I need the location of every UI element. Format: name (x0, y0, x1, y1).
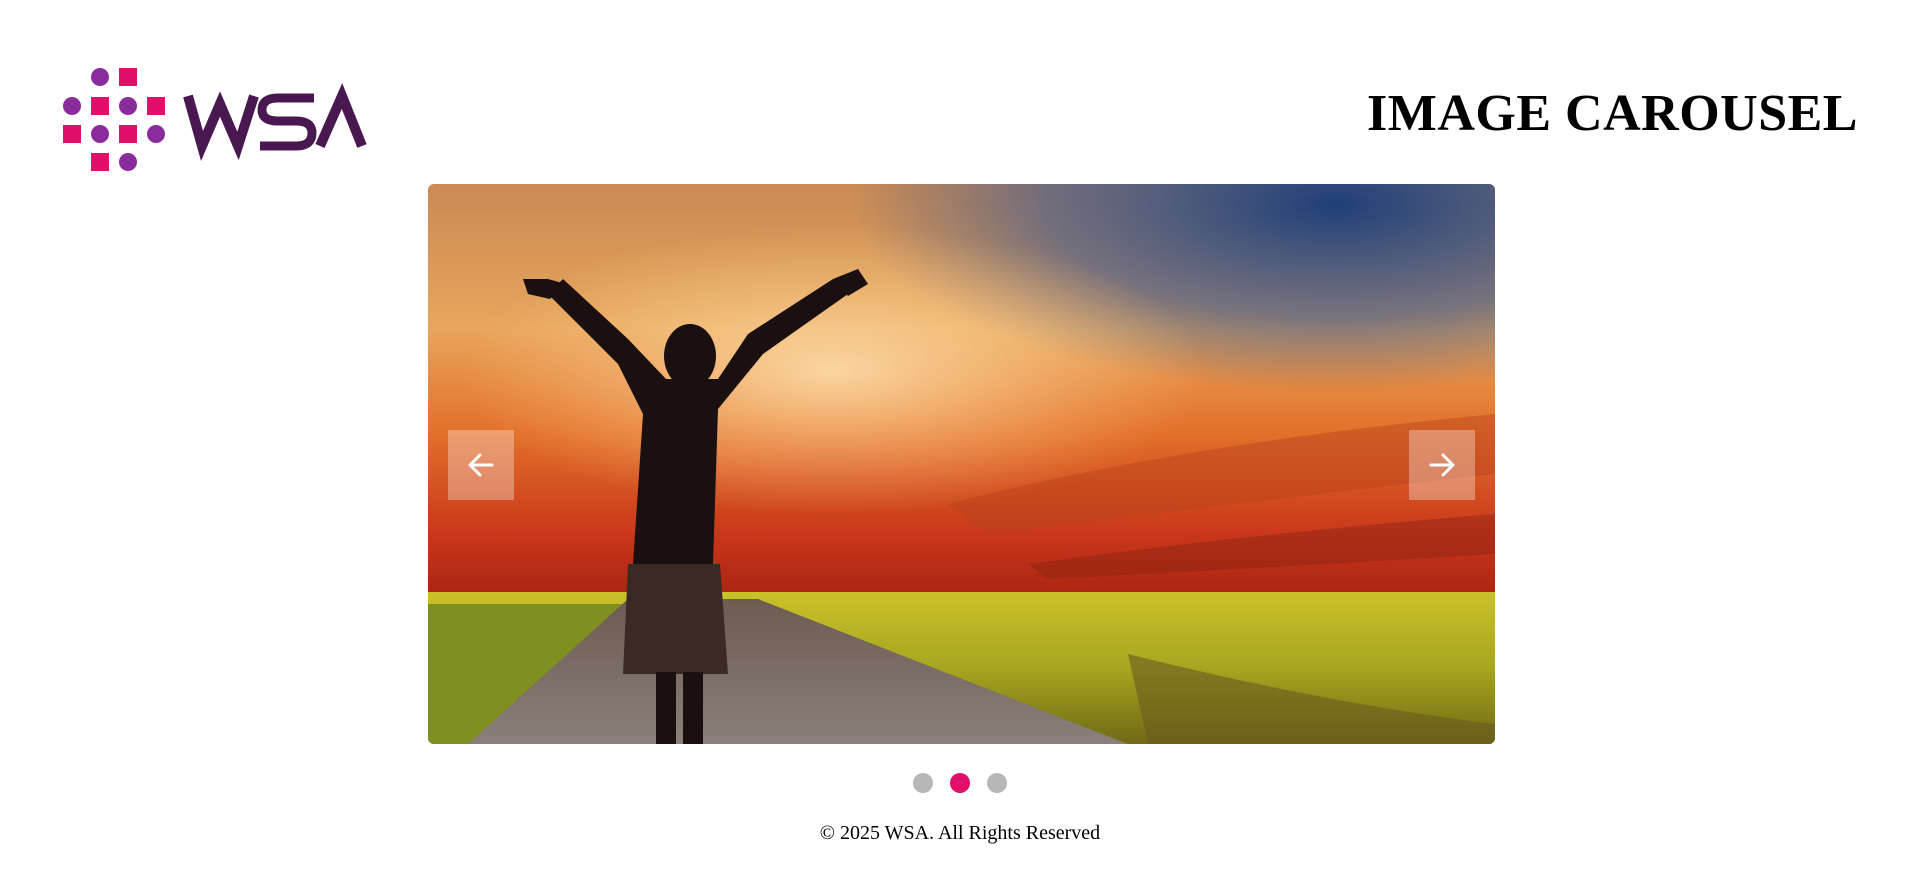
arrow-left-icon (468, 453, 494, 477)
arrow-right-icon (1429, 453, 1455, 477)
wsa-logo-mark (63, 68, 367, 171)
carousel-dot-3[interactable] (987, 773, 1007, 793)
page-title: IMAGE CAROUSEL (1367, 85, 1858, 142)
carousel-prev-button[interactable] (448, 430, 514, 500)
carousel-dot-1[interactable] (913, 773, 933, 793)
footer-copyright: © 2025 WSA. All Rights Reserved (819, 822, 1101, 844)
carousel-indicators (0, 773, 1920, 793)
wsa-logo (62, 66, 372, 178)
carousel-slide-image (428, 184, 1495, 744)
carousel-next-button[interactable] (1409, 430, 1475, 500)
carousel-dot-2[interactable] (950, 773, 970, 793)
image-carousel[interactable] (428, 184, 1495, 744)
